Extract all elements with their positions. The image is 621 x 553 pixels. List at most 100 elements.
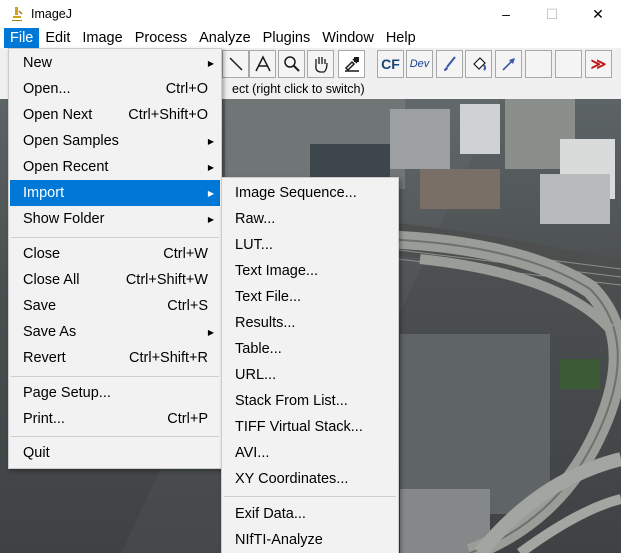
import-item-tiff-virtual-stack[interactable]: TIFF Virtual Stack...: [223, 414, 397, 440]
menu-item-label: URL...: [235, 367, 277, 383]
submenu-arrow-icon: ▶: [207, 188, 214, 198]
empty-tool-slot: [555, 50, 582, 78]
import-item-raw[interactable]: Raw...: [223, 206, 397, 232]
imagej-microscope-icon: [9, 6, 25, 22]
hand-icon: [314, 57, 328, 73]
menu-separator: [11, 376, 219, 377]
menu-item-show-folder[interactable]: Show Folder ▶: [10, 206, 220, 232]
arrow-tool-button[interactable]: [495, 50, 522, 78]
dev-label: Dev: [409, 58, 430, 70]
menu-help[interactable]: Help: [380, 28, 422, 48]
menu-item-label: Table...: [235, 341, 282, 357]
more-tools-button[interactable]: ≫: [585, 50, 612, 78]
menu-item-label: Page Setup...: [23, 385, 111, 401]
status-text: ect (right click to switch): [232, 82, 365, 96]
menu-item-save-as[interactable]: Save As ▶: [10, 319, 220, 345]
import-item-url[interactable]: URL...: [223, 362, 397, 388]
submenu-arrow-icon: ▶: [207, 58, 214, 68]
import-item-avi[interactable]: AVI...: [223, 440, 397, 466]
menu-item-label: Open Next: [23, 107, 93, 123]
menu-item-label: Show Folder: [23, 211, 105, 227]
menu-item-new[interactable]: New ▶: [10, 50, 220, 76]
menu-item-label: XY Coordinates...: [235, 471, 349, 487]
menu-item-shortcut: Ctrl+S: [167, 298, 208, 314]
file-menu: New ▶ Open... Ctrl+O Open Next Ctrl+Shif…: [8, 48, 222, 469]
menu-item-quit[interactable]: Quit: [10, 440, 220, 466]
menu-item-label: Text File...: [235, 289, 302, 305]
menu-item-label: Import: [23, 185, 65, 201]
empty-tool-slot: [525, 50, 552, 78]
cf-label: CF: [381, 56, 400, 72]
menu-file[interactable]: File: [4, 28, 40, 48]
text-tool-button[interactable]: [249, 50, 276, 78]
menu-item-shortcut: Ctrl+O: [165, 81, 208, 97]
menu-item-label: Image Sequence...: [235, 185, 357, 201]
menu-item-shortcut: Ctrl+Shift+R: [129, 350, 208, 366]
bucket-icon: [472, 57, 486, 71]
submenu-arrow-icon: ▶: [207, 162, 214, 172]
close-button[interactable]: ✕: [575, 0, 621, 28]
menu-separator: [11, 436, 219, 437]
import-item-stack-from-list[interactable]: Stack From List...: [223, 388, 397, 414]
menu-separator: [11, 237, 219, 238]
menu-plugins[interactable]: Plugins: [257, 28, 317, 48]
menu-item-label: Save As: [23, 324, 77, 340]
menu-image[interactable]: Image: [76, 28, 128, 48]
import-item-text-image[interactable]: Text Image...: [223, 258, 397, 284]
cf-tool-button[interactable]: CF: [377, 50, 404, 78]
menu-item-label: Revert: [23, 350, 66, 366]
menu-item-label: Print...: [23, 411, 65, 427]
menu-item-label: Save: [23, 298, 57, 314]
import-item-xy-coordinates[interactable]: XY Coordinates...: [223, 466, 397, 492]
dropper-tool-button[interactable]: [338, 50, 365, 78]
menu-item-label: New: [23, 55, 53, 71]
menu-item-label: Close: [23, 246, 61, 262]
import-item-text-file[interactable]: Text File...: [223, 284, 397, 310]
brush-icon: [443, 56, 456, 71]
maximize-button[interactable]: ☐: [529, 0, 575, 28]
minimize-button[interactable]: –: [483, 0, 529, 28]
line-tool-button[interactable]: [222, 50, 249, 78]
menu-edit[interactable]: Edit: [39, 28, 76, 48]
menu-item-label: Close All: [23, 272, 80, 288]
window-title: ImageJ: [31, 7, 72, 21]
import-item-image-sequence[interactable]: Image Sequence...: [223, 180, 397, 206]
menu-item-label: Open Samples: [23, 133, 119, 149]
menu-item-label: Raw...: [235, 211, 276, 227]
import-item-results[interactable]: Results...: [223, 310, 397, 336]
menu-item-import[interactable]: Import ▶: [10, 180, 220, 206]
import-item-exif-data[interactable]: Exif Data...: [223, 501, 397, 527]
zoom-tool-button[interactable]: [278, 50, 305, 78]
hand-tool-button[interactable]: [307, 50, 334, 78]
menu-item-save[interactable]: Save Ctrl+S: [10, 293, 220, 319]
import-item-lut[interactable]: LUT...: [223, 232, 397, 258]
menu-item-revert[interactable]: Revert Ctrl+Shift+R: [10, 345, 220, 371]
menu-item-open[interactable]: Open... Ctrl+O: [10, 76, 220, 102]
menu-item-open-samples[interactable]: Open Samples ▶: [10, 128, 220, 154]
submenu-arrow-icon: ▶: [207, 214, 214, 224]
menu-window[interactable]: Window: [316, 28, 380, 48]
double-chevron-icon: ≫: [590, 56, 607, 73]
menu-item-shortcut: Ctrl+Shift+W: [125, 272, 208, 288]
submenu-arrow-icon: ▶: [207, 136, 214, 146]
import-item-nifti-analyze[interactable]: NIfTI-Analyze: [223, 527, 397, 553]
menu-bar: File Edit Image Process Analyze Plugins …: [0, 28, 621, 48]
brush-tool-button[interactable]: [436, 50, 463, 78]
menu-item-label: Open...: [23, 81, 71, 97]
import-submenu: Image Sequence... Raw... LUT... Text Ima…: [221, 177, 399, 553]
menu-item-print[interactable]: Print... Ctrl+P: [10, 406, 220, 432]
menu-item-page-setup[interactable]: Page Setup...: [10, 380, 220, 406]
menu-process[interactable]: Process: [129, 28, 193, 48]
text-icon: [254, 55, 271, 72]
import-item-table[interactable]: Table...: [223, 336, 397, 362]
flood-fill-tool-button[interactable]: [465, 50, 492, 78]
dropper-icon: [344, 57, 359, 72]
menu-item-open-recent[interactable]: Open Recent ▶: [10, 154, 220, 180]
dev-tool-button[interactable]: Dev: [406, 50, 433, 78]
menu-item-label: Text Image...: [235, 263, 319, 279]
menu-item-close-all[interactable]: Close All Ctrl+Shift+W: [10, 267, 220, 293]
menu-item-open-next[interactable]: Open Next Ctrl+Shift+O: [10, 102, 220, 128]
menu-analyze[interactable]: Analyze: [193, 28, 257, 48]
submenu-arrow-icon: ▶: [207, 327, 214, 337]
menu-item-close[interactable]: Close Ctrl+W: [10, 241, 220, 267]
